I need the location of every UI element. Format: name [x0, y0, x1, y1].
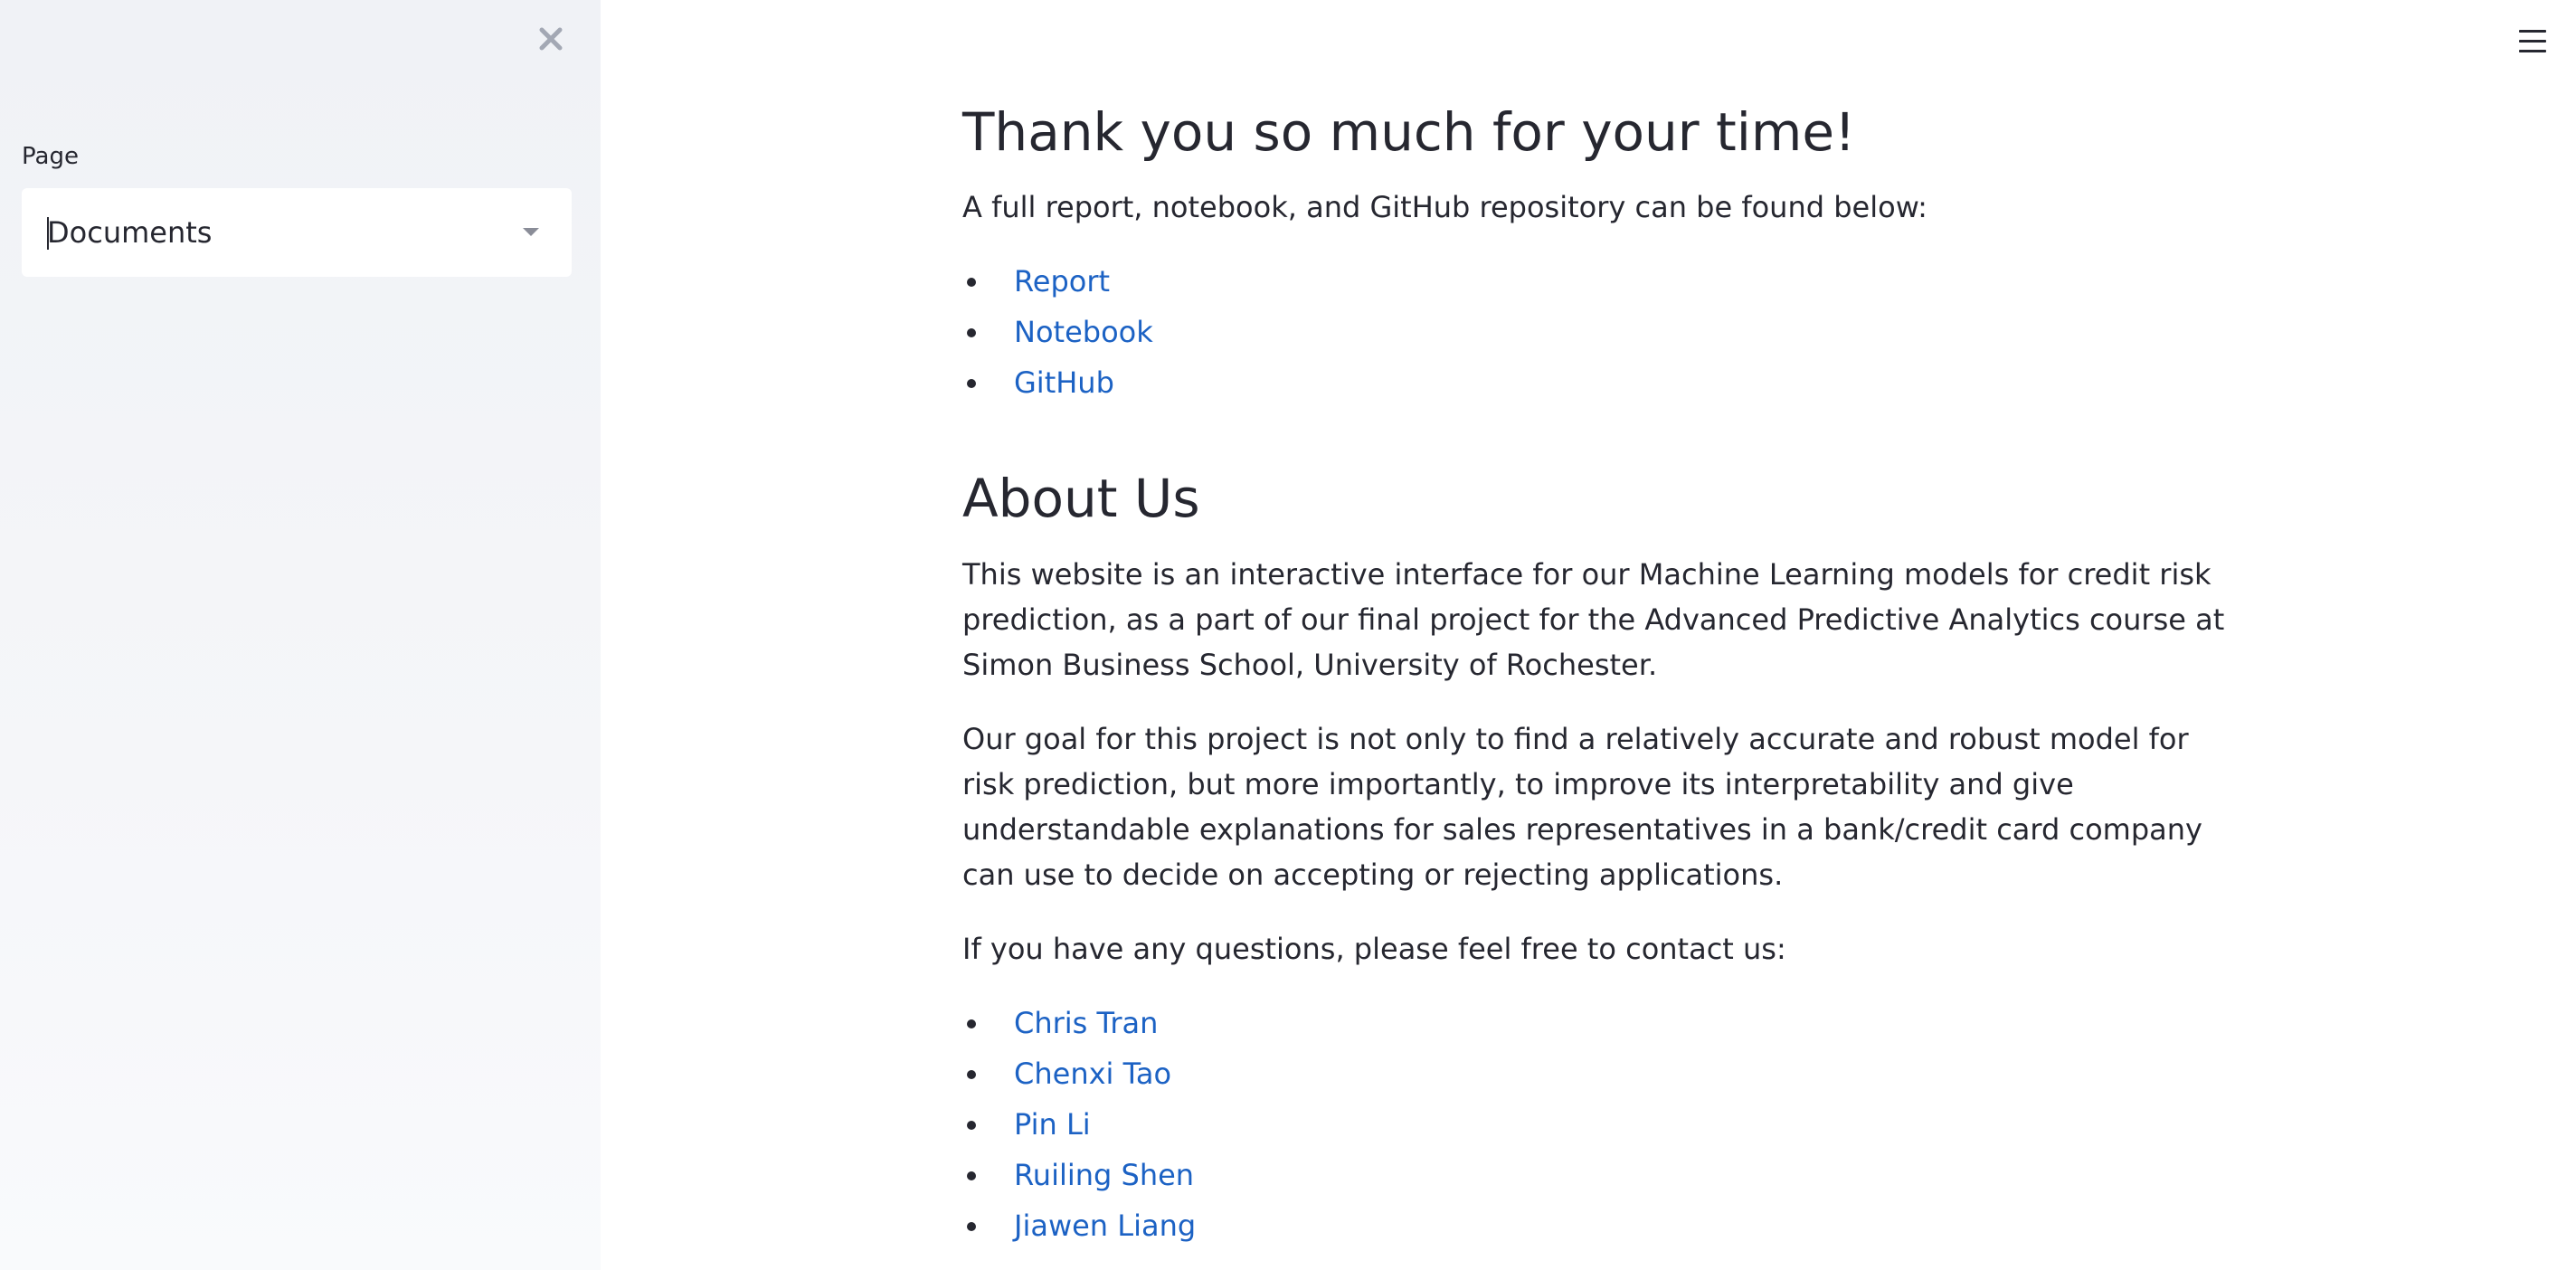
notebook-link[interactable]: Notebook: [1014, 307, 1153, 357]
about-paragraph-2: Our goal for this project is not only to…: [962, 722, 2202, 892]
bullet: [967, 1019, 976, 1028]
contact-link-chris-tran[interactable]: Chris Tran: [1014, 998, 1158, 1048]
close-icon: [539, 27, 563, 51]
page-select-label: Page: [22, 143, 79, 170]
about-heading: About Us: [962, 468, 1200, 529]
bullet: [967, 278, 976, 287]
page-title: Thank you so much for your time!: [962, 101, 1856, 163]
hamburger-menu-icon-bar-2: [2519, 40, 2546, 43]
close-sidebar-button[interactable]: [528, 16, 573, 62]
contact-link-pin-li[interactable]: Pin Li: [1014, 1099, 1091, 1150]
bullet: [967, 328, 976, 337]
page-select-value: Documents: [47, 215, 213, 250]
hamburger-menu-icon-bar-3: [2519, 50, 2546, 52]
github-link[interactable]: GitHub: [1014, 357, 1114, 408]
contact-link-ruiling-shen[interactable]: Ruiling Shen: [1014, 1150, 1194, 1200]
bullet: [967, 379, 976, 388]
about-paragraph-1: This website is an interactive interface…: [962, 557, 2225, 682]
chevron-down-icon[interactable]: [523, 228, 539, 236]
contact-link-jiawen-liang[interactable]: Jiawen Liang: [1014, 1200, 1196, 1251]
bullet: [967, 1222, 976, 1231]
contact-link-chenxi-tao[interactable]: Chenxi Tao: [1014, 1048, 1171, 1099]
intro-text: A full report, notebook, and GitHub repo…: [962, 190, 1927, 224]
hamburger-menu-icon-bar-1: [2519, 30, 2546, 33]
bullet: [967, 1121, 976, 1130]
contact-text: If you have any questions, please feel f…: [962, 932, 1786, 966]
bullet: [967, 1171, 976, 1180]
main-menu-button[interactable]: [2514, 24, 2551, 60]
bullet: [967, 1070, 976, 1079]
sidebar: Page Documents: [0, 0, 601, 1270]
page-select[interactable]: Documents: [22, 188, 572, 277]
report-link[interactable]: Report: [1014, 256, 1110, 307]
